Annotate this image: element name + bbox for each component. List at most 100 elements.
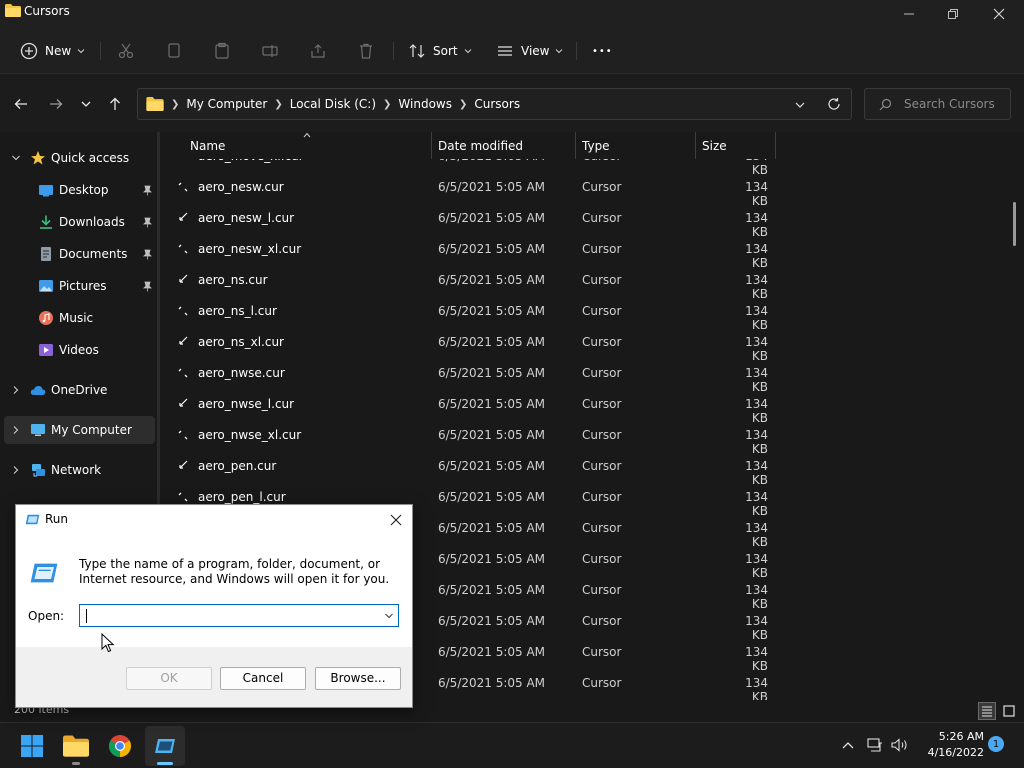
column-name[interactable]: Name — [190, 132, 225, 159]
column-date-modified[interactable]: Date modified — [438, 132, 523, 159]
nav-desktop[interactable]: Desktop — [4, 176, 155, 204]
run-icon — [25, 514, 40, 525]
file-type: Cursor — [582, 242, 622, 256]
cursor-file-icon — [178, 368, 188, 378]
file-type: Cursor — [582, 428, 622, 442]
search-input[interactable]: Search Cursors — [904, 97, 995, 111]
column-type[interactable]: Type — [582, 132, 610, 159]
file-row[interactable]: aero_nwse.cur 6/5/2021 5:05 AM Cursor 134 K… — [160, 358, 1024, 394]
details-view-button[interactable] — [978, 702, 996, 720]
share-button[interactable] — [309, 38, 327, 64]
chevron-down-icon[interactable] — [384, 611, 394, 621]
file-name: aero_pen_l.cur — [198, 490, 286, 504]
ok-button[interactable]: OK — [126, 667, 212, 690]
start-button[interactable] — [12, 726, 52, 766]
column-divider[interactable] — [775, 132, 776, 159]
nav-pictures[interactable]: Pictures — [4, 272, 155, 300]
back-button[interactable] — [9, 92, 33, 116]
column-divider[interactable] — [695, 132, 696, 159]
crumb-local-disk[interactable]: Local Disk (C:) — [290, 97, 376, 111]
tiles-view-button[interactable] — [1000, 702, 1018, 720]
up-button[interactable] — [103, 92, 127, 116]
nav-network[interactable]: Network — [4, 456, 155, 484]
pin-icon[interactable] — [142, 185, 153, 196]
address-bar[interactable]: ❯ My Computer ❯ Local Disk (C:) ❯ Window… — [137, 88, 852, 120]
crumb-my-computer[interactable]: My Computer — [186, 97, 267, 111]
file-row[interactable]: aero_nesw_l.cur 6/5/2021 5:05 AM Cursor 134… — [160, 203, 1024, 239]
chrome-icon — [109, 735, 131, 757]
crumb-cursors[interactable]: Cursors — [474, 97, 520, 111]
column-divider[interactable] — [431, 132, 432, 159]
volume-button[interactable] — [890, 735, 910, 755]
notification-badge[interactable]: 1 — [988, 736, 1004, 752]
search-box[interactable]: Search Cursors — [864, 88, 1011, 120]
picture-icon — [39, 280, 53, 292]
pin-icon[interactable] — [142, 249, 153, 260]
file-row[interactable]: aero_ns.cur 6/5/2021 5:05 AM Cursor 134 KB — [160, 265, 1024, 301]
taskbar-chrome[interactable] — [100, 726, 140, 766]
pin-icon[interactable] — [142, 281, 153, 292]
more-options-button[interactable]: ••• — [592, 38, 613, 64]
restore-button[interactable] — [930, 0, 976, 28]
crumb-windows[interactable]: Windows — [398, 97, 452, 111]
file-row[interactable]: aero_nwse_xl.cur 6/5/2021 5:05 AM Cursor 13… — [160, 420, 1024, 456]
run-close-button[interactable] — [386, 510, 406, 530]
nav-my-computer[interactable]: My Computer — [4, 416, 155, 444]
taskbar-file-explorer[interactable] — [56, 726, 96, 766]
nav-quick-access[interactable]: Quick access — [4, 144, 155, 172]
sort-arrows-icon — [409, 44, 425, 58]
file-name: aero_nwse_xl.cur — [198, 428, 302, 442]
nav-documents[interactable]: Documents — [4, 240, 155, 268]
chevron-right-icon: ❯ — [458, 98, 468, 110]
show-hidden-icons-button[interactable] — [838, 735, 858, 755]
nav-videos[interactable]: Videos — [4, 336, 155, 364]
file-row[interactable]: aero_pen.cur 6/5/2021 5:05 AM Cursor 134 KB — [160, 451, 1024, 487]
chevron-down-icon[interactable] — [794, 99, 806, 111]
folder-icon — [63, 735, 89, 757]
network-status-button[interactable] — [865, 735, 885, 755]
more-label: ••• — [592, 45, 613, 57]
view-button[interactable]: View — [496, 38, 563, 64]
rename-button[interactable] — [261, 38, 279, 64]
copy-button[interactable] — [165, 38, 183, 64]
paste-button[interactable] — [213, 38, 231, 64]
column-size[interactable]: Size — [702, 132, 727, 159]
taskbar-run[interactable] — [145, 726, 185, 766]
pin-icon[interactable] — [142, 217, 153, 228]
close-button[interactable] — [976, 0, 1022, 28]
scrollbar-thumb[interactable] — [1013, 202, 1016, 246]
cut-button[interactable] — [117, 38, 135, 64]
recent-locations-button[interactable] — [74, 92, 98, 116]
minimize-button[interactable] — [886, 0, 932, 28]
cancel-button[interactable]: Cancel — [220, 667, 306, 690]
browse-button[interactable]: Browse... — [315, 667, 401, 690]
refresh-icon[interactable] — [827, 97, 841, 111]
column-divider[interactable] — [575, 132, 576, 159]
forward-button[interactable] — [44, 92, 68, 116]
system-clock[interactable]: 5:26 AM 4/16/2022 — [912, 729, 984, 761]
file-row[interactable]: aero_ns_l.cur 6/5/2021 5:05 AM Cursor 134 K… — [160, 296, 1024, 332]
file-row[interactable]: aero_nesw_xl.cur 6/5/2021 5:05 AM Cursor 13… — [160, 234, 1024, 270]
open-combobox[interactable] — [79, 604, 399, 627]
cloud-icon — [30, 386, 46, 395]
open-input[interactable] — [84, 606, 374, 625]
file-type: Cursor — [582, 335, 622, 349]
new-button[interactable]: New — [20, 38, 85, 64]
file-row[interactable]: aero_nesw.cur 6/5/2021 5:05 AM Cursor 134 K… — [160, 172, 1024, 208]
arrow-left-icon — [14, 99, 27, 109]
sort-button[interactable]: Sort — [408, 38, 472, 64]
close-icon — [390, 514, 402, 526]
file-name: aero_nwse_l.cur — [198, 397, 295, 411]
file-row[interactable]: aero_ns_xl.cur 6/5/2021 5:05 AM Cursor 134 … — [160, 327, 1024, 363]
nav-downloads[interactable]: Downloads — [4, 208, 155, 236]
file-row[interactable]: aero_nwse_l.cur 6/5/2021 5:05 AM Cursor 134… — [160, 389, 1024, 425]
nav-music[interactable]: Music — [4, 304, 155, 332]
folder-icon — [146, 97, 164, 111]
file-date: 6/5/2021 5:05 AM — [438, 366, 546, 380]
nav-label: Network — [51, 463, 102, 477]
delete-button[interactable] — [357, 38, 375, 64]
music-icon — [39, 311, 53, 325]
file-type: Cursor — [582, 304, 622, 318]
nav-onedrive[interactable]: OneDrive — [4, 376, 155, 404]
file-type: Cursor — [582, 273, 622, 287]
